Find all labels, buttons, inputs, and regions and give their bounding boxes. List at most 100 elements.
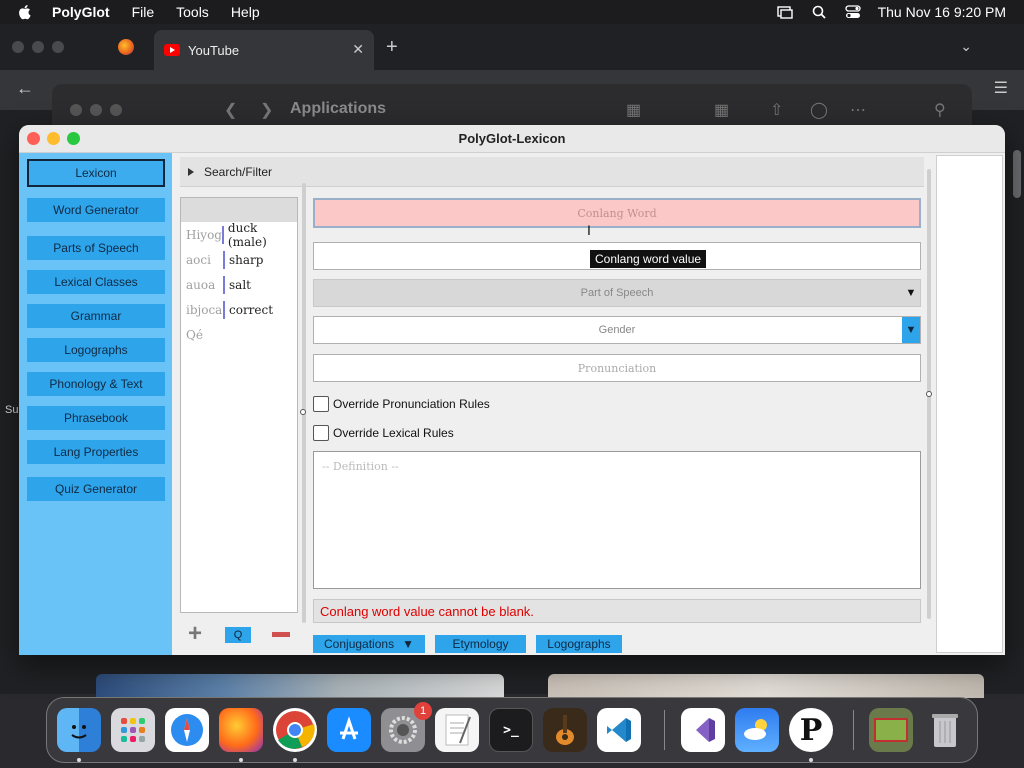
menu-lines-icon[interactable]: ☰: [994, 78, 1008, 98]
weather-icon[interactable]: [735, 708, 779, 752]
list-item[interactable]: auoa salt: [181, 272, 297, 297]
finder-close-dot[interactable]: [70, 104, 82, 116]
chevron-down-icon[interactable]: ⌄: [960, 38, 972, 55]
close-dot-dim[interactable]: [12, 41, 24, 53]
control-center-icon[interactable]: [844, 5, 862, 19]
local-word: correct: [229, 302, 274, 317]
checkbox-box[interactable]: [313, 425, 329, 441]
spotlight-search-icon[interactable]: [810, 5, 828, 19]
quick-entry-button[interactable]: Q: [225, 627, 251, 643]
firefox-icon[interactable]: [219, 708, 263, 752]
menubar-clock[interactable]: Thu Nov 16 9:20 PM: [878, 4, 1006, 20]
conlang-word-field[interactable]: Conlang Word: [313, 198, 921, 228]
checkbox-box[interactable]: [313, 396, 329, 412]
finder-title: Applications: [290, 100, 387, 117]
part-of-speech-select[interactable]: Part of Speech ▼: [313, 279, 921, 307]
launchpad-icon[interactable]: [111, 708, 155, 752]
list-item[interactable]: aoci sharp: [181, 247, 297, 272]
logographs-button[interactable]: Logographs: [536, 635, 622, 653]
grid-view-icon[interactable]: ▦: [626, 100, 641, 120]
terminal-icon[interactable]: >_: [489, 708, 533, 752]
override-pronunciation-label: Override Pronunciation Rules: [333, 397, 490, 411]
column-divider: [222, 225, 224, 244]
finder-icon[interactable]: [57, 708, 101, 752]
logograph-preview-pane: [936, 155, 1003, 653]
definition-textarea[interactable]: -- Definition --: [313, 451, 921, 589]
finder-forward-icon[interactable]: ❯: [260, 100, 273, 120]
close-tab-icon[interactable]: ✕: [352, 41, 364, 58]
chevron-down-icon[interactable]: ▼: [902, 317, 920, 343]
group-icon[interactable]: ▦: [714, 100, 729, 120]
conlang-word: auoa: [186, 277, 216, 292]
youtube-tab[interactable]: YouTube ✕: [154, 30, 374, 70]
word-list-splitter[interactable]: [302, 183, 306, 623]
polyglot-window: PolyGlot-Lexicon Lexicon Word Generator …: [19, 125, 1005, 655]
splitter-handle[interactable]: [926, 391, 932, 397]
column-divider: [223, 300, 225, 319]
firefox-tab-icon[interactable]: [118, 39, 134, 55]
sidebar-item-lang-properties[interactable]: Lang Properties: [27, 440, 165, 464]
dock-separator: [853, 710, 854, 750]
menu-help[interactable]: Help: [231, 4, 260, 20]
search-filter-toggle[interactable]: Search/Filter: [180, 157, 924, 187]
browser-scrollbar[interactable]: [1013, 150, 1021, 198]
chevron-down-icon[interactable]: ▼: [902, 280, 920, 306]
sidebar-item-grammar[interactable]: Grammar: [27, 304, 165, 328]
gender-select[interactable]: Gender ▼: [313, 316, 921, 344]
textedit-icon[interactable]: [435, 708, 479, 752]
menu-file[interactable]: File: [132, 4, 155, 20]
zoom-dot-dim[interactable]: [52, 41, 64, 53]
sidebar-item-phonology-text[interactable]: Phonology & Text: [27, 372, 165, 396]
column-divider: [223, 250, 225, 269]
garageband-icon[interactable]: [543, 708, 587, 752]
share-icon[interactable]: ⇧: [770, 100, 783, 120]
app-store-icon[interactable]: [327, 708, 371, 752]
back-arrow-icon[interactable]: ←: [16, 78, 34, 99]
browser-tab-bar: YouTube ✕ + ⌄: [0, 24, 1024, 70]
override-lexical-checkbox[interactable]: Override Lexical Rules: [313, 425, 454, 441]
word-list-filter[interactable]: [181, 198, 297, 222]
vscode-icon[interactable]: [597, 708, 641, 752]
minimize-dot-dim[interactable]: [32, 41, 44, 53]
trash-icon[interactable]: [923, 708, 967, 752]
list-item[interactable]: ibjoca correct: [181, 297, 297, 322]
list-item[interactable]: Hiyog duck (male): [181, 221, 297, 249]
finder-minimize-dot[interactable]: [90, 104, 102, 116]
sidebar-item-lexical-classes[interactable]: Lexical Classes: [27, 270, 165, 294]
delete-word-button[interactable]: [272, 632, 290, 637]
finder-back-icon[interactable]: ❮: [224, 100, 237, 120]
sidebar-item-logographs[interactable]: Logographs: [27, 338, 165, 362]
add-word-button[interactable]: +: [188, 622, 202, 646]
visual-studio-icon[interactable]: [681, 708, 725, 752]
splitter-handle[interactable]: [300, 409, 306, 415]
safari-icon[interactable]: [165, 708, 209, 752]
screen-mirroring-icon[interactable]: [776, 5, 794, 19]
sidebar-item-word-generator[interactable]: Word Generator: [27, 198, 165, 222]
list-item[interactable]: Qé: [181, 322, 297, 347]
sidebar-item-phrasebook[interactable]: Phrasebook: [27, 406, 165, 430]
new-tab-button[interactable]: +: [386, 36, 398, 59]
dock: 1 >_ P: [46, 697, 978, 763]
more-actions-icon[interactable]: ⋯: [850, 100, 866, 120]
word-list[interactable]: Hiyog duck (male) aoci sharp auoa salt i…: [180, 197, 298, 613]
finder-zoom-dot[interactable]: [110, 104, 122, 116]
override-pronunciation-checkbox[interactable]: Override Pronunciation Rules: [313, 396, 490, 412]
sidebar-item-lexicon[interactable]: Lexicon: [27, 159, 165, 187]
finder-search-icon[interactable]: ⚲: [934, 100, 946, 120]
apple-icon[interactable]: [18, 3, 34, 21]
tag-icon[interactable]: ◯: [810, 100, 828, 120]
window-titlebar[interactable]: PolyGlot-Lexicon: [19, 125, 1005, 153]
polyglot-icon[interactable]: P: [789, 708, 833, 752]
sidebar-item-parts-of-speech[interactable]: Parts of Speech: [27, 236, 165, 260]
preview-icon[interactable]: [869, 708, 913, 752]
conjugations-button[interactable]: Conjugations ▼: [313, 635, 425, 653]
chevron-down-icon: ▼: [402, 637, 414, 651]
etymology-button[interactable]: Etymology: [435, 635, 526, 653]
menu-app-name[interactable]: PolyGlot: [52, 4, 110, 20]
gender-value: Gender: [598, 324, 636, 336]
sidebar: Lexicon Word Generator Parts of Speech L…: [19, 153, 172, 655]
sidebar-item-quiz-generator[interactable]: Quiz Generator: [27, 477, 165, 501]
menu-tools[interactable]: Tools: [176, 4, 209, 20]
chrome-icon[interactable]: [273, 708, 317, 752]
pronunciation-field[interactable]: Pronunciation: [313, 354, 921, 382]
